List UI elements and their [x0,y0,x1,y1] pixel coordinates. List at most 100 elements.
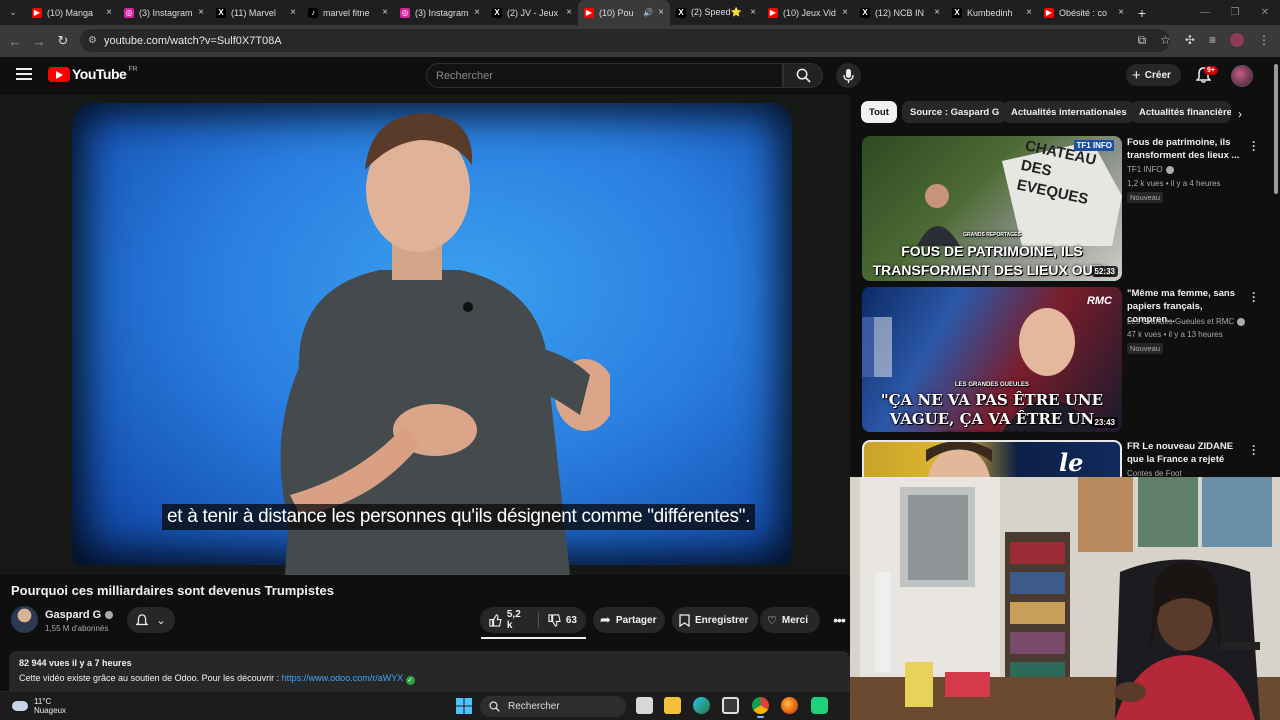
browser-tab[interactable]: X Kumbedinh × [946,0,1038,25]
rec-more-icon[interactable]: · · · [1252,440,1256,460]
rec-title[interactable]: FR Le nouveau ZIDANE que la France a rej… [1127,440,1245,466]
page-scrollbar[interactable] [1274,64,1278,194]
menu-hamburger-icon[interactable] [16,68,32,80]
maximize-icon[interactable]: ❐ [1220,7,1250,18]
channel-name[interactable]: Gaspard G [45,609,114,621]
file-explorer-icon[interactable] [664,697,681,714]
browser-tab[interactable]: ▶ (10) Manga × [26,0,118,25]
tab-close-icon[interactable]: × [290,7,296,18]
tab-close-icon[interactable]: × [106,7,112,18]
chip-source[interactable]: Source : Gaspard G [902,101,1008,123]
youtube-play-icon [48,66,70,82]
tab-close-icon[interactable]: × [382,7,388,18]
save-label: Enregistrer [695,614,749,626]
youtube-wordmark: YouTube [72,66,127,82]
tab-close-icon[interactable]: × [842,7,848,18]
dislike-button[interactable]: 63 [539,607,586,633]
youtube-icon: ▶ [584,7,594,18]
back-arrow-icon[interactable]: ← [3,34,27,49]
tab-close-icon[interactable]: × [198,7,204,18]
tab-close-icon[interactable]: × [658,7,664,18]
taskbar-search[interactable]: Rechercher [480,696,626,717]
tab-title: (10) Manga [47,7,94,18]
browser-tab[interactable]: ♪ marvel fitne × [302,0,394,25]
create-button[interactable]: + Créer [1126,64,1181,86]
extensions-icon[interactable]: ✣ [1185,33,1195,48]
chevron-right-icon[interactable]: › [1238,107,1242,121]
chip-all[interactable]: Tout [861,101,897,123]
browser-tab[interactable]: ▶ (10) Jeux Vid × [762,0,854,25]
chip-international-news[interactable]: Actualités internationales [1003,101,1135,123]
minimize-icon[interactable]: — [1190,7,1220,18]
rec-thumbnail[interactable]: CHATEAU DES EVEQUES TF1 INFO GRANDS REPO… [862,136,1122,281]
subscription-bell-button[interactable]: ⌄ [127,607,175,633]
store-icon[interactable] [722,697,739,714]
bookmark-star-icon[interactable]: ☆ [1160,33,1171,48]
like-button[interactable]: 5,2 k [480,607,538,633]
close-window-icon[interactable]: ✕ [1250,7,1280,18]
tab-close-icon[interactable]: × [474,7,480,18]
tab-close-icon[interactable]: × [566,7,572,18]
install-app-icon[interactable]: ⧉ [1138,33,1147,48]
share-arrow-icon: ➦ [600,612,611,627]
rec-channel[interactable]: Les Grandes Gueules et RMC [1127,317,1246,326]
tab-close-icon[interactable]: × [1118,7,1124,18]
tab-search-chevron-icon[interactable]: ⌄ [0,0,26,25]
thanks-label: Merci [781,614,808,626]
rec-channel-text: TF1 INFO [1127,165,1163,174]
thanks-button[interactable]: ♡ Merci [760,607,820,633]
forward-arrow-icon[interactable]: → [27,34,51,49]
address-bar[interactable]: ⚙ youtube.com/watch?v=Sulf0X7T08A [80,29,1170,52]
new-tab-button[interactable]: + [1130,5,1154,21]
reload-icon[interactable]: ↻ [51,33,75,49]
browser-tab[interactable]: X (2) JV - Jeux × [486,0,578,25]
browser-tab-strip: ⌄ ▶ (10) Manga × ◎ (3) Instagram × X (11) Marve… [0,0,1280,25]
profile-avatar[interactable] [1230,33,1244,47]
save-button[interactable]: Enregistrer [672,607,758,633]
app-icon[interactable] [811,697,828,714]
description-link[interactable]: https://www.odoo.com/r/aWYX [282,673,404,683]
channel-avatar[interactable] [11,606,38,633]
tab-title: (2) Speed⭐ [691,7,742,17]
webcam-scene [850,477,1280,720]
views-and-date: 82 944 vues il y a 7 heures [19,658,132,668]
user-avatar[interactable] [1231,65,1253,87]
search-input[interactable]: Rechercher [426,63,783,88]
voice-search-button[interactable] [836,63,861,88]
windows-start-icon[interactable] [456,698,472,714]
site-info-icon[interactable]: ⚙ [88,35,97,46]
rec-channel[interactable]: TF1 INFO [1127,165,1174,174]
tab-title: Obésité : co [1059,7,1108,18]
reading-list-icon[interactable]: ≡ [1209,33,1216,48]
browser-tab[interactable]: X (11) Marvel × [210,0,302,25]
rec-title[interactable]: Fous de patrimoine, ils transforment des… [1127,136,1245,162]
audio-playing-icon[interactable]: 🔊 [643,8,653,17]
youtube-logo[interactable]: YouTube FR [48,66,138,82]
browser-tab[interactable]: ◎ (3) Instagram × [118,0,210,25]
browser-tab[interactable]: X (12) NCB IN × [854,0,946,25]
rec-thumbnail[interactable]: le [862,440,1122,480]
tab-close-icon[interactable]: × [934,7,940,18]
chrome-icon[interactable] [752,697,769,718]
rec-thumbnail[interactable]: RMC LES GRANDES GUEULES "ÇA NE VA PAS ÊT… [862,287,1122,432]
search-button[interactable] [783,63,823,88]
browser-menu-icon[interactable]: ⋮ [1258,33,1270,48]
description-box[interactable]: 82 944 vues il y a 7 heures Cette vidéo … [9,651,850,691]
chip-financial-news[interactable]: Actualités financières [1131,101,1231,123]
browser-tab[interactable]: ▶ Obésité : co × [1038,0,1130,25]
browser-tab[interactable]: ◎ (3) Instagram × [394,0,486,25]
edge-icon[interactable] [693,697,710,714]
task-view-icon[interactable] [636,697,653,714]
browser-tab[interactable]: X (2) Speed⭐ × [670,0,762,25]
youtube-icon: ▶ [1044,7,1054,18]
firefox-icon[interactable] [781,697,798,714]
tab-close-icon[interactable]: × [750,7,756,18]
share-button[interactable]: ➦ Partager [593,607,665,633]
rec-more-icon[interactable]: · · · [1252,136,1256,156]
browser-tab[interactable]: ▶ (10) Pou 🔊 × [578,0,670,25]
weather-widget[interactable]: 11°C Nuageux [12,697,66,715]
more-actions-icon[interactable]: ••• [829,610,849,630]
video-player[interactable]: et à tenir à distance les personnes qu'i… [0,95,850,575]
tab-close-icon[interactable]: × [1026,7,1032,18]
rec-more-icon[interactable]: · · · [1252,287,1256,307]
